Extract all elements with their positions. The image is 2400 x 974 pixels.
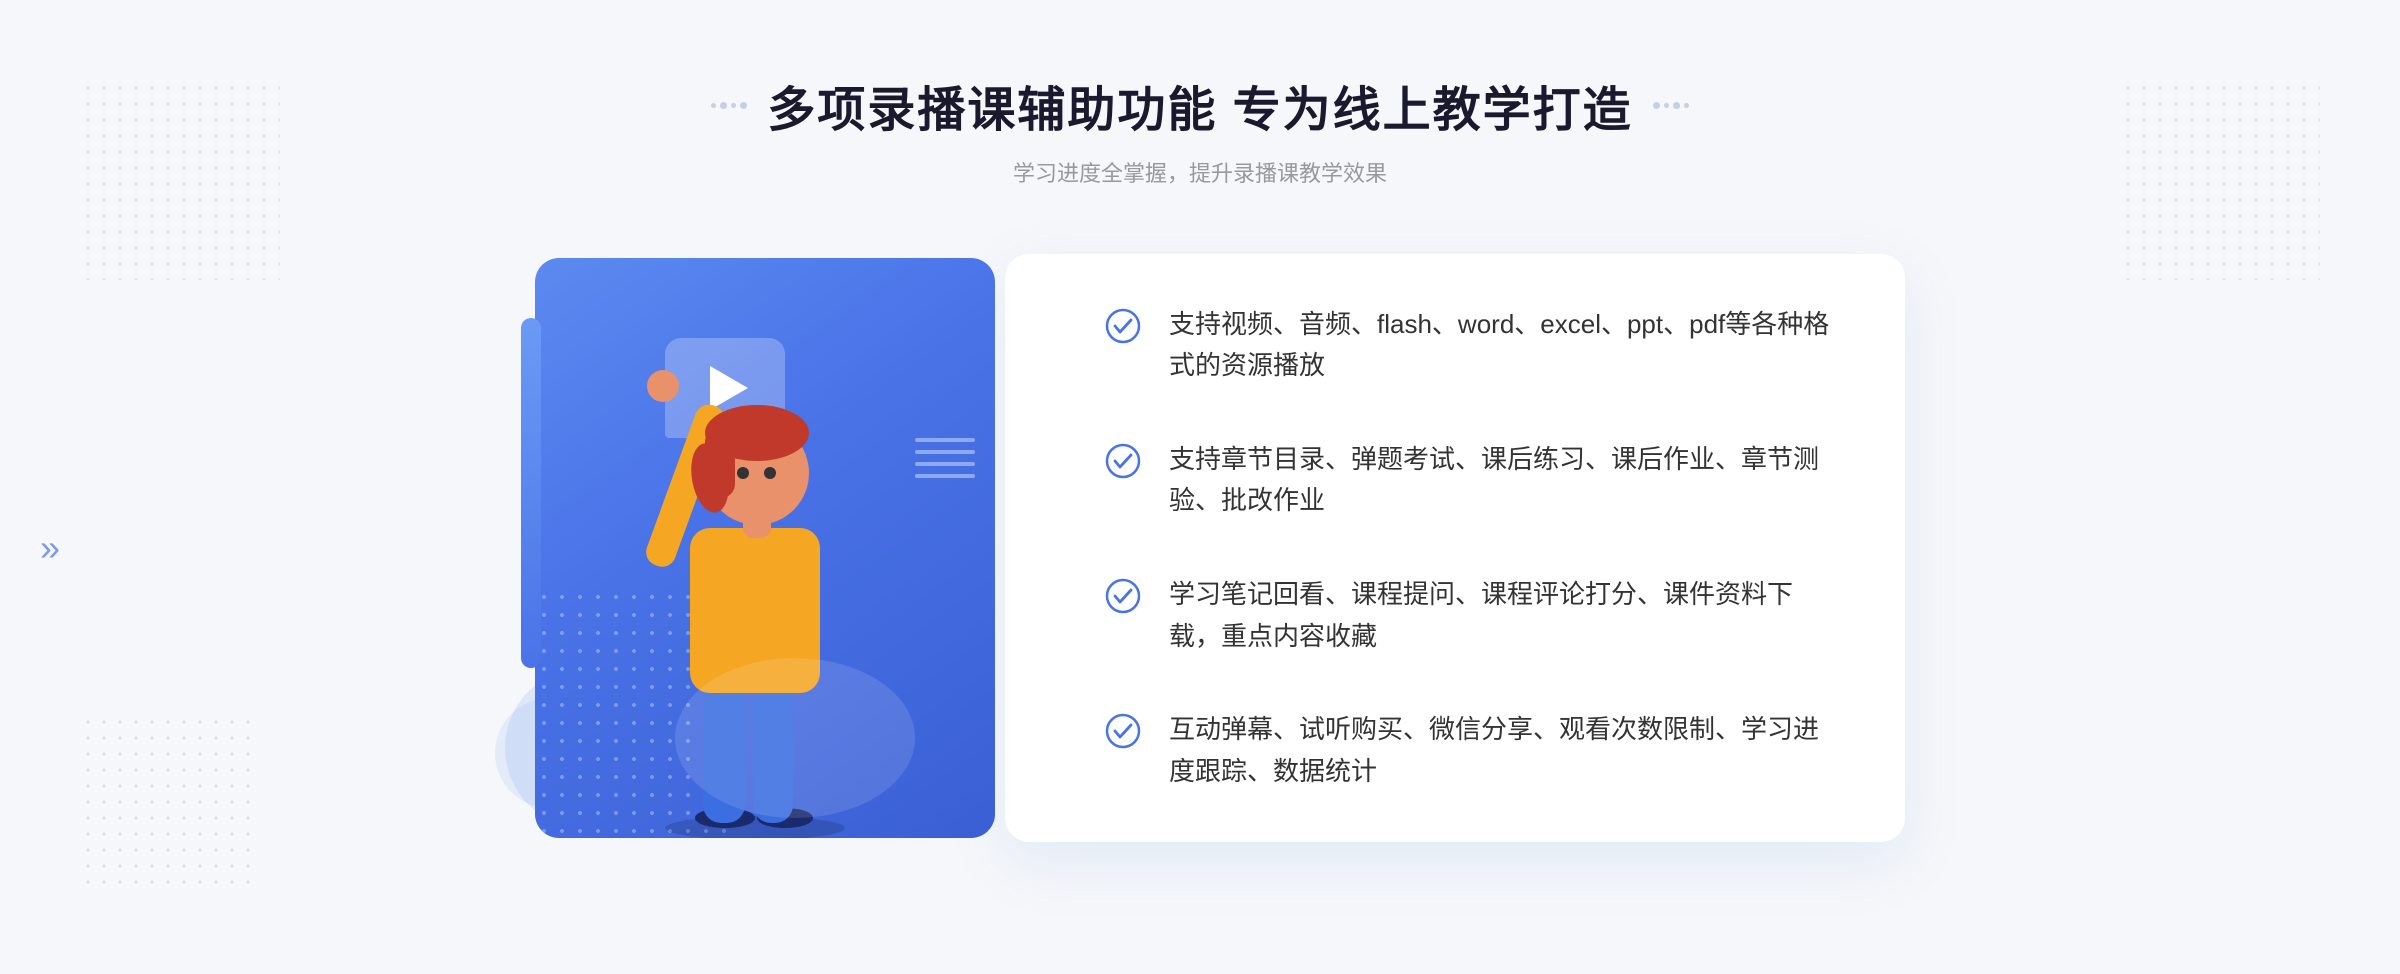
header-section: 多项录播课辅助功能 专为线上教学打造 学习进度全掌握，提升录播课教学效果	[711, 70, 1688, 188]
chevron-left-icon: »	[40, 530, 60, 566]
page-container: 多项录播课辅助功能 专为线上教学打造 学习进度全掌握，提升录播课教学效果 »	[0, 0, 2400, 974]
feature-text-1: 支持视频、音频、flash、word、excel、ppt、pdf等各种格式的资源…	[1169, 304, 1835, 387]
main-title: 多项录播课辅助功能 专为线上教学打造	[767, 70, 1632, 140]
feature-item-4: 互动弹幕、试听购买、微信分享、观看次数限制、学习进度跟踪、数据统计	[1105, 709, 1835, 792]
deco-dots-right	[1653, 102, 1689, 109]
sidebar-accent	[521, 318, 541, 668]
check-icon-2	[1105, 443, 1141, 479]
left-arrow: »	[40, 530, 60, 566]
illustration-container	[495, 238, 1035, 858]
header-decoration: 多项录播课辅助功能 专为线上教学打造	[711, 70, 1688, 140]
content-area: »	[0, 238, 2400, 858]
dot-7	[1673, 102, 1680, 109]
subtitle: 学习进度全掌握，提升录播课教学效果	[711, 156, 1688, 188]
illustration-bg	[535, 258, 995, 838]
person-illustration	[595, 318, 935, 838]
dot-3	[731, 103, 736, 108]
dot-5	[1653, 102, 1660, 109]
check-icon-3	[1105, 578, 1141, 614]
check-icon-1	[1105, 308, 1141, 344]
dot-8	[1684, 103, 1689, 108]
feature-item-1: 支持视频、音频、flash、word、excel、ppt、pdf等各种格式的资源…	[1105, 304, 1835, 387]
feature-text-4: 互动弹幕、试听购买、微信分享、观看次数限制、学习进度跟踪、数据统计	[1169, 709, 1835, 792]
feature-item-3: 学习笔记回看、课程提问、课程评论打分、课件资料下载，重点内容收藏	[1105, 574, 1835, 657]
deco-dots-left	[711, 102, 747, 109]
feature-item-2: 支持章节目录、弹题考试、课后练习、课后作业、章节测验、批改作业	[1105, 439, 1835, 522]
feature-text-3: 学习笔记回看、课程提问、课程评论打分、课件资料下载，重点内容收藏	[1169, 574, 1835, 657]
check-icon-4	[1105, 713, 1141, 749]
features-card: 支持视频、音频、flash、word、excel、ppt、pdf等各种格式的资源…	[1005, 254, 1905, 843]
feature-text-2: 支持章节目录、弹题考试、课后练习、课后作业、章节测验、批改作业	[1169, 439, 1835, 522]
dot-4	[740, 102, 747, 109]
dot-6	[1664, 103, 1669, 108]
dot-2	[720, 102, 727, 109]
dot-1	[711, 103, 716, 108]
